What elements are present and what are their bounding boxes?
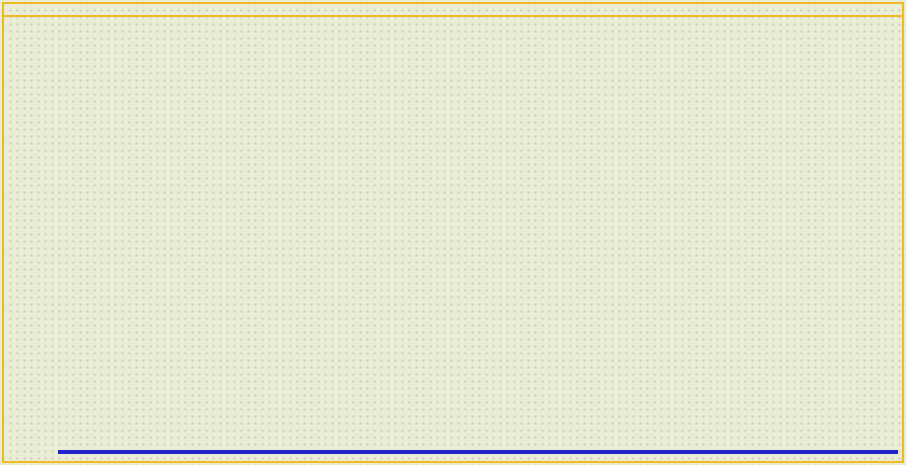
window-frame-border — [2, 2, 904, 463]
psg-viewer-window — [0, 0, 906, 465]
time-axis-separator — [3, 15, 903, 17]
timeline-scrollbar[interactable] — [58, 450, 898, 454]
